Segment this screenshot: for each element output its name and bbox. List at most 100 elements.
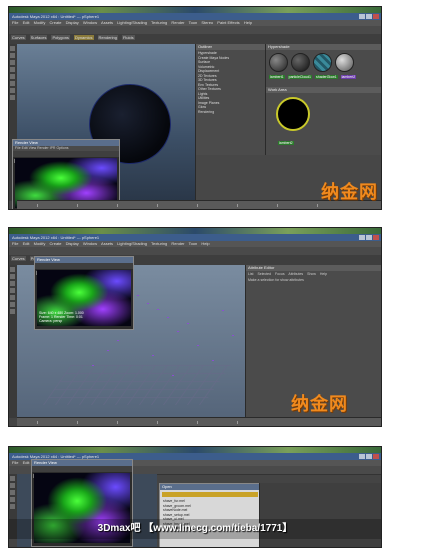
shelf-tab-curves[interactable]: Curves (11, 35, 26, 40)
scale-tool-icon[interactable] (10, 504, 15, 509)
select-tool-icon[interactable] (10, 267, 15, 272)
menu-display[interactable]: Display (66, 20, 79, 25)
outliner-item[interactable]: Rendering (198, 110, 264, 115)
shelf-tab-fluids[interactable]: Fluids (121, 35, 135, 40)
menu-texturing[interactable]: Texturing (151, 241, 167, 246)
menu-lighting[interactable]: Lighting/Shading (117, 241, 147, 246)
ae-menu-attributes[interactable]: Attributes (288, 272, 303, 276)
particle (222, 310, 224, 311)
menu-edit[interactable]: Edit (23, 460, 30, 465)
rotate-tool-icon[interactable] (10, 74, 15, 79)
move-tool-icon[interactable] (10, 67, 15, 72)
render-view-toolbar (13, 151, 119, 163)
minimize-button[interactable] (359, 235, 365, 240)
paint-tool-icon[interactable] (10, 60, 15, 65)
material-swatch[interactable] (269, 53, 288, 72)
render-stats: Size: 640 x 480 Zoom: 1.000 Frame: 1 Ren… (39, 311, 129, 323)
layout-single-icon[interactable] (10, 302, 15, 307)
menu-lighting[interactable]: Lighting/Shading (117, 20, 147, 25)
rv-menu-edit[interactable]: Edit (22, 146, 28, 150)
menu-help[interactable]: Help (201, 241, 209, 246)
move-tool-icon[interactable] (10, 490, 15, 495)
swatch-label: shaderGlow1 (315, 75, 338, 79)
rv-menu-options[interactable]: Options (56, 146, 68, 150)
shelf-tab-curves[interactable]: Curves (11, 256, 26, 261)
menu-toon[interactable]: Toon (189, 20, 198, 25)
ae-menu-selected[interactable]: Selected (257, 272, 271, 276)
menu-texturing[interactable]: Texturing (151, 20, 167, 25)
particle (137, 295, 139, 296)
scale-tool-icon[interactable] (10, 81, 15, 86)
move-tool-icon[interactable] (10, 281, 15, 286)
particle (177, 331, 179, 332)
select-tool-icon[interactable] (10, 46, 15, 51)
close-button[interactable] (373, 454, 379, 459)
rotate-tool-icon[interactable] (10, 288, 15, 293)
rv-menu-view[interactable]: View (29, 146, 37, 150)
outliner-panel: Outliner Hypershade Create Maya Nodes Su… (195, 44, 266, 155)
material-swatch[interactable] (313, 53, 332, 72)
menu-file[interactable]: File (12, 460, 18, 465)
ae-menu-help[interactable]: Help (320, 272, 327, 276)
time-slider[interactable] (17, 417, 381, 426)
rotate-tool-icon[interactable] (10, 497, 15, 502)
work-area-node[interactable] (276, 97, 310, 131)
ground-grid (42, 365, 232, 405)
render-view-toolbar (32, 466, 132, 478)
rv-menu-render[interactable]: Render (37, 146, 48, 150)
menu-modify[interactable]: Modify (34, 20, 46, 25)
menu-create[interactable]: Create (50, 20, 62, 25)
particle (197, 345, 199, 346)
menu-create[interactable]: Create (50, 241, 62, 246)
file-path-field[interactable] (162, 492, 258, 497)
particle (107, 350, 109, 351)
material-swatch[interactable] (291, 53, 310, 72)
ae-menu-show[interactable]: Show (307, 272, 316, 276)
menu-assets[interactable]: Assets (101, 20, 113, 25)
menu-file[interactable]: File (12, 241, 18, 246)
shelf-tab-surfaces[interactable]: Surfaces (29, 35, 48, 40)
menu-assets[interactable]: Assets (101, 241, 113, 246)
lasso-tool-icon[interactable] (10, 274, 15, 279)
menu-toon[interactable]: Toon (189, 241, 198, 246)
menu-paint-effects[interactable]: Paint Effects (217, 20, 239, 25)
menu-help[interactable]: Help (244, 20, 252, 25)
menu-display[interactable]: Display (66, 241, 79, 246)
menu-render[interactable]: Render (171, 241, 184, 246)
menu-render[interactable]: Render (171, 20, 184, 25)
shelf-tab-dynamics[interactable]: Dynamics (73, 35, 94, 40)
menu-edit[interactable]: Edit (23, 241, 30, 246)
menu-file[interactable]: File (12, 20, 18, 25)
material-swatch[interactable] (335, 53, 354, 72)
menu-modify[interactable]: Modify (34, 241, 46, 246)
scale-tool-icon[interactable] (10, 295, 15, 300)
shelf-tab-polygons[interactable]: Polygons (51, 35, 70, 40)
menu-stereo[interactable]: Stereo (201, 20, 213, 25)
site-watermark: 纳金网 (321, 182, 378, 203)
lasso-tool-icon[interactable] (10, 53, 15, 58)
rv-menu-ipr[interactable]: IPR (50, 146, 56, 150)
menu-edit[interactable]: Edit (23, 20, 30, 25)
work-area-title: Work Area (266, 87, 381, 93)
minimize-button[interactable] (359, 14, 365, 19)
ae-menu-focus[interactable]: Focus (275, 272, 285, 276)
layout-single-icon[interactable] (10, 88, 15, 93)
tool-box (9, 265, 17, 418)
minimize-button[interactable] (359, 454, 365, 459)
select-tool-icon[interactable] (10, 476, 15, 481)
maximize-button[interactable] (366, 235, 372, 240)
layout-four-icon[interactable] (10, 309, 15, 314)
menu-window[interactable]: Window (83, 20, 97, 25)
close-button[interactable] (373, 235, 379, 240)
layout-four-icon[interactable] (10, 95, 15, 100)
menu-window[interactable]: Window (83, 241, 97, 246)
particle (212, 360, 214, 361)
maximize-button[interactable] (366, 454, 372, 459)
rv-menu-file[interactable]: File (15, 146, 21, 150)
maximize-button[interactable] (366, 14, 372, 19)
lasso-tool-icon[interactable] (10, 483, 15, 488)
close-button[interactable] (373, 14, 379, 19)
ae-menu-list[interactable]: List (248, 272, 253, 276)
shelf-tab-rendering[interactable]: Rendering (97, 35, 118, 40)
particle (152, 355, 154, 356)
